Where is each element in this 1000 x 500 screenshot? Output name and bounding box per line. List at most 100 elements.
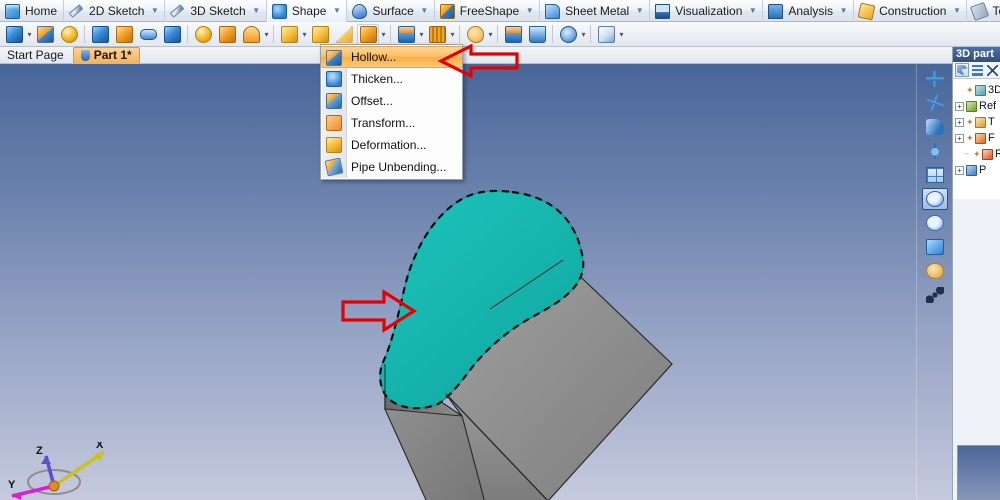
arrow-select-icon [957,65,968,76]
expander-icon[interactable]: + [955,166,964,175]
toolbar-separator [273,25,274,43]
sphere-primitive-button[interactable] [192,24,214,45]
chevron-down-icon[interactable]: ▼ [838,0,849,22]
yellow-chamfer-icon [312,26,329,43]
menu-item-thicken[interactable]: Thicken... [321,68,462,90]
thread-button[interactable] [426,24,448,45]
ribbon-tab-construction[interactable]: Construction ▼ [854,0,967,22]
tree-item-label: F [988,132,995,144]
ribbon-tab-sheet-metal[interactable]: Sheet Metal ▼ [540,0,650,22]
shading-button[interactable] [922,236,948,258]
chevron-down-icon[interactable]: ▼ [419,0,430,22]
assembly-button[interactable] [595,24,617,45]
offset-icon [326,93,342,109]
ribbon-tab-home[interactable]: Home [0,0,64,22]
tree-item-r[interactable]: – ✦ R [955,146,1000,162]
sweep-button[interactable] [58,24,80,45]
split-button[interactable] [161,24,183,45]
topology-node-icon [975,117,986,128]
yellow-wedge-icon [336,26,353,43]
zoom-window-button[interactable] [922,188,948,210]
tree-item-t[interactable]: + ✦ T [955,114,1000,130]
chevron-down-icon[interactable]: ▼ [524,0,535,22]
boolean-intersect-button[interactable] [137,24,159,45]
extrude-dropdown-arrow[interactable]: ▾ [26,24,33,45]
chevron-down-icon[interactable]: ▼ [251,0,262,22]
expander-icon: – [962,150,971,159]
plus-marker-icon: ✦ [966,86,973,95]
material-button[interactable] [464,24,486,45]
assembly-dropdown-arrow[interactable]: ▾ [618,24,625,45]
ribbon-tab-shape[interactable]: Shape ▼ [267,0,348,22]
zoom-button[interactable] [922,212,948,234]
ribbon-tab-3d-sketch[interactable]: 3D Sketch ▼ [165,0,266,22]
menu-item-offset[interactable]: Offset... [321,90,462,112]
thread-dropdown-arrow[interactable]: ▾ [449,24,456,45]
shell-button[interactable] [395,24,417,45]
delete-tool-button[interactable] [985,63,999,77]
tree-item-ref[interactable]: + Ref [955,98,1000,114]
boolean-subtract-button[interactable] [113,24,135,45]
ribbon-tab-visualization[interactable]: Visualization ▼ [650,0,763,22]
fillet-button[interactable] [278,24,300,45]
rotate-button[interactable] [922,92,948,114]
measure-dropdown-arrow[interactable]: ▾ [580,24,587,45]
tree-item-p[interactable]: + P [955,162,1000,178]
dome-dropdown-arrow[interactable]: ▾ [263,24,270,45]
menu-item-pipe-unbending[interactable]: Pipe Unbending... [321,156,462,178]
expander-icon[interactable]: + [955,134,964,143]
material-dropdown-arrow[interactable]: ▾ [487,24,494,45]
ribbon-tab-analysis[interactable]: Analysis ▼ [763,0,854,22]
visualization-icon [655,4,670,19]
document-tab-part-1[interactable]: Part 1* [73,47,140,63]
paint-button[interactable] [502,24,524,45]
render-color-button[interactable] [922,260,948,282]
part-node-icon [966,165,977,176]
chevron-down-icon[interactable]: ▼ [634,0,645,22]
ribbon-tab-freeshape[interactable]: FreeShape ▼ [435,0,540,22]
chamfer-button[interactable] [309,24,331,45]
tree-item-f[interactable]: + ✦ F [955,130,1000,146]
fillet-dropdown-arrow[interactable]: ▾ [301,24,308,45]
chevron-down-icon[interactable]: ▼ [331,0,342,22]
measure-button[interactable] [557,24,579,45]
dome-primitive-button[interactable] [240,24,262,45]
menu-item-transform[interactable]: Transform... [321,112,462,134]
pan-button[interactable] [922,68,948,90]
ribbon-tab-tools[interactable]: Tools ▼ [967,0,1000,22]
chevron-down-icon[interactable]: ▼ [951,0,962,22]
texture-button[interactable] [526,24,548,45]
select-tool-button[interactable] [955,63,969,77]
menu-item-deformation[interactable]: Deformation... [321,134,462,156]
ribbon-tab-2d-sketch[interactable]: 2D Sketch ▼ [64,0,165,22]
boolean-union-button[interactable] [89,24,111,45]
document-tab-start-page[interactable]: Start Page [0,47,71,63]
draft-button[interactable] [333,24,355,45]
more-button[interactable] [922,284,948,306]
look-at-button[interactable] [922,116,948,138]
tree-item-label: Ref [979,100,996,112]
expander-icon[interactable]: + [955,102,964,111]
viewport-layout-button[interactable] [922,164,948,186]
list-filter-icon [972,65,983,76]
box-primitive-button[interactable] [216,24,238,45]
analysis-icon [768,4,783,19]
shell-dropdown-arrow[interactable]: ▾ [418,24,425,45]
plus-marker-icon: ✦ [973,150,980,159]
expander-icon[interactable]: + [955,118,964,127]
feature-tree[interactable]: ✦ 3D + Ref + ✦ T + ✦ F – [953,79,1000,199]
ribbon-tab-surface[interactable]: Surface ▼ [347,0,434,22]
toolbar-separator [590,25,591,43]
3d-viewport[interactable]: X Y Z [0,64,952,500]
menu-item-hollow[interactable]: Hollow... [321,46,462,68]
hollow-dropdown-arrow[interactable]: ▾ [380,24,387,45]
extrude-button[interactable] [3,24,25,45]
pipe-unbending-icon [325,158,344,177]
chevron-down-icon[interactable]: ▼ [747,0,758,22]
tree-item-3d[interactable]: ✦ 3D [955,82,1000,98]
chevron-down-icon[interactable]: ▼ [149,0,160,22]
orbit-button[interactable] [922,140,948,162]
hollow-button[interactable] [357,24,379,45]
revolve-button[interactable] [34,24,56,45]
filter-tool-button[interactable] [970,63,984,77]
